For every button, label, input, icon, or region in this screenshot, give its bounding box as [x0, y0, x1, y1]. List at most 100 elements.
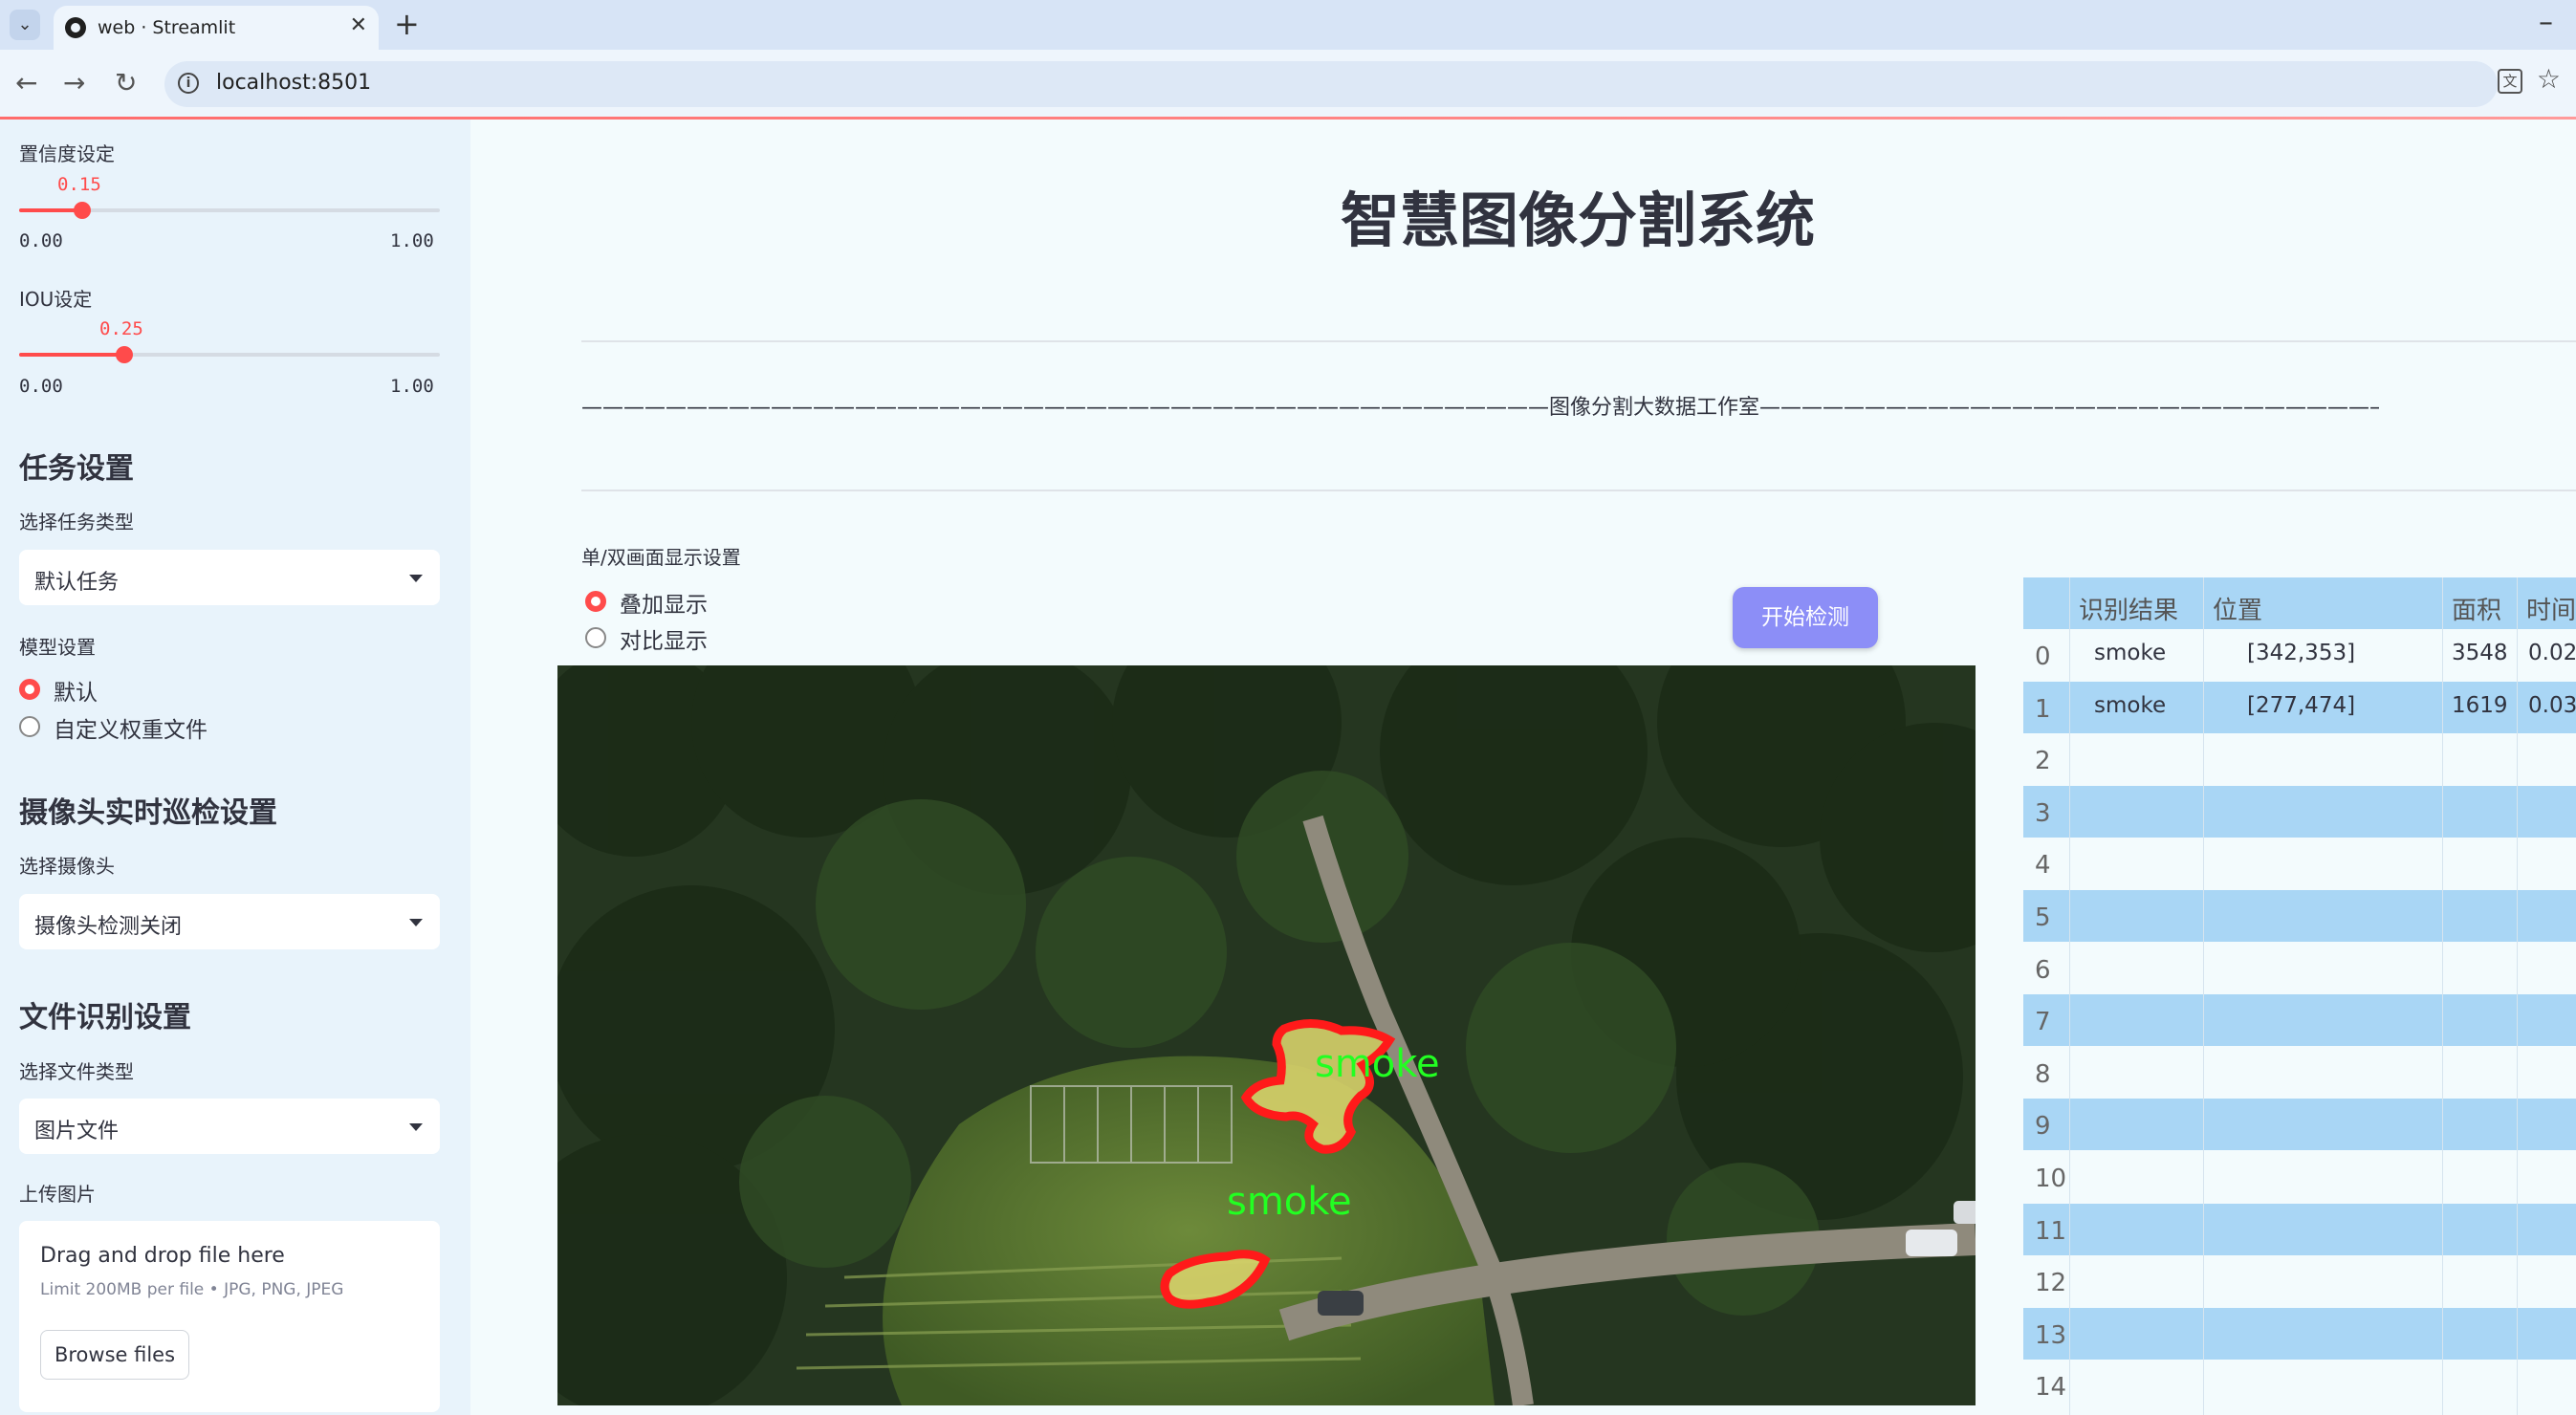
- table-row[interactable]: 0 smoke [342,353] 3548 0.02: [2023, 629, 2576, 681]
- table-row[interactable]: 11: [2023, 1203, 2576, 1255]
- radio-selected-icon[interactable]: [585, 591, 606, 612]
- file-type-value: 图片文件: [34, 1120, 120, 1143]
- task-type-select[interactable]: 默认任务: [19, 550, 440, 605]
- dropzone-limit: Limit 200MB per file • JPG, PNG, JPEG: [40, 1280, 344, 1299]
- table-row[interactable]: 4: [2023, 838, 2576, 889]
- detection-result-image: smoke smoke: [557, 665, 1976, 1405]
- divider: [581, 340, 2576, 342]
- tab-list-chevron-icon[interactable]: ⌄: [10, 10, 40, 40]
- browser-address-bar: ← → ↻ i localhost:8501 文 ☆: [0, 50, 2576, 119]
- display-option-label: 对比显示: [620, 629, 708, 654]
- table-row[interactable]: 1 smoke [277,474] 1619 0.03: [2023, 681, 2576, 733]
- row-index: 10: [2035, 1165, 2067, 1193]
- confidence-value: 0.15: [57, 174, 101, 195]
- radio-unselected-icon[interactable]: [19, 716, 40, 737]
- table-column-divider: [2517, 577, 2518, 1415]
- model-option-label: 自定义权重文件: [54, 718, 207, 743]
- table-row[interactable]: 12: [2023, 1255, 2576, 1307]
- translate-icon[interactable]: 文: [2498, 69, 2522, 94]
- url-input[interactable]: i localhost:8501: [164, 61, 2498, 107]
- camera-select-value: 摄像头检测关闭: [34, 915, 183, 939]
- streamlit-favicon-icon: [65, 17, 86, 38]
- row-index: 6: [2035, 955, 2051, 985]
- dropzone-title: Drag and drop file here: [40, 1244, 285, 1268]
- row-index: 11: [2035, 1216, 2067, 1246]
- row-index: 8: [2035, 1059, 2051, 1089]
- back-arrow-icon[interactable]: ←: [15, 67, 37, 98]
- divider: [581, 490, 2576, 491]
- browser-tab-bar: ⌄ web · Streamlit ✕ + –: [0, 0, 2576, 50]
- start-detection-button[interactable]: 开始检测: [1733, 587, 1878, 648]
- table-column-divider: [2203, 577, 2204, 1415]
- table-header-label: 位置: [2213, 597, 2263, 625]
- iou-value: 0.25: [99, 318, 143, 339]
- forward-arrow-icon[interactable]: →: [63, 67, 85, 98]
- display-option-label: 叠加显示: [620, 593, 708, 618]
- confidence-min: 0.00: [19, 230, 63, 251]
- task-type-label: 选择任务类型: [19, 511, 134, 533]
- iou-slider-thumb[interactable]: [116, 346, 133, 363]
- file-type-label: 选择文件类型: [19, 1060, 134, 1083]
- reload-icon[interactable]: ↻: [115, 67, 137, 98]
- upload-label: 上传图片: [19, 1183, 96, 1206]
- camera-settings-header: 摄像头实时巡检设置: [19, 796, 277, 830]
- aerial-forest-image: smoke smoke: [557, 665, 1976, 1405]
- chevron-down-icon: [409, 919, 423, 926]
- row-index: 13: [2035, 1320, 2067, 1350]
- confidence-slider[interactable]: [19, 202, 440, 219]
- table-cell-area: 1619: [2452, 692, 2508, 718]
- radio-selected-icon[interactable]: [19, 679, 40, 700]
- radio-unselected-icon[interactable]: [585, 627, 606, 648]
- table-row[interactable]: 14: [2023, 1360, 2576, 1411]
- table-cell-position: [342,353]: [2247, 641, 2356, 665]
- table-row[interactable]: 7: [2023, 994, 2576, 1047]
- tab-close-icon[interactable]: ✕: [350, 13, 367, 37]
- confidence-slider-thumb[interactable]: [74, 202, 91, 219]
- table-header-cell[interactable]: 面积: [2442, 577, 2517, 629]
- row-index: 5: [2035, 903, 2051, 932]
- file-type-select[interactable]: 图片文件: [19, 1099, 440, 1154]
- studio-banner: ————————————————————————————————————————…: [581, 396, 2379, 420]
- chevron-down-icon: [409, 1123, 423, 1131]
- confidence-label: 置信度设定: [19, 142, 115, 165]
- table-header-cell[interactable]: 识别结果: [2069, 577, 2203, 629]
- iou-label: IOU设定: [19, 288, 93, 311]
- table-row[interactable]: 2: [2023, 733, 2576, 785]
- window-minimize-icon[interactable]: –: [2539, 6, 2553, 39]
- table-header-cell[interactable]: 位置: [2203, 577, 2442, 629]
- table-row[interactable]: 3: [2023, 785, 2576, 838]
- row-index: 12: [2035, 1269, 2067, 1298]
- site-info-icon[interactable]: i: [178, 73, 199, 94]
- file-settings-header: 文件识别设置: [19, 1001, 191, 1034]
- smoke-label-2: smoke: [1227, 1180, 1352, 1224]
- row-index: 9: [2035, 1112, 2051, 1142]
- browser-tab[interactable]: web · Streamlit ✕: [54, 6, 379, 50]
- file-dropzone[interactable]: Drag and drop file here Limit 200MB per …: [19, 1221, 440, 1412]
- table-row[interactable]: 9: [2023, 1099, 2576, 1151]
- table-row[interactable]: 5: [2023, 890, 2576, 942]
- row-index: 0: [2035, 642, 2051, 671]
- url-text: localhost:8501: [216, 71, 372, 95]
- table-row[interactable]: 10: [2023, 1151, 2576, 1203]
- tab-title: web · Streamlit: [98, 17, 236, 38]
- results-table[interactable]: 识别结果 位置 面积 时间 0 smoke [342,353] 3548 0.02 1 smoke[…: [2023, 577, 2576, 1415]
- camera-select[interactable]: 摄像头检测关闭: [19, 894, 440, 949]
- bookmark-star-icon[interactable]: ☆: [2537, 63, 2561, 95]
- table-cell-time: 0.03: [2528, 692, 2576, 718]
- table-header-cell[interactable]: [2023, 577, 2069, 629]
- table-row[interactable]: 6: [2023, 943, 2576, 994]
- page-title: 智慧图像分割系统: [1340, 185, 1815, 255]
- table-header-cell[interactable]: 时间: [2517, 577, 2576, 629]
- row-index: 2: [2035, 747, 2051, 776]
- iou-slider[interactable]: [19, 346, 440, 363]
- table-row[interactable]: 8: [2023, 1047, 2576, 1099]
- row-index: 3: [2035, 798, 2051, 828]
- table-row[interactable]: 13: [2023, 1307, 2576, 1360]
- row-index: 14: [2035, 1373, 2067, 1403]
- table-column-divider: [2069, 577, 2070, 1415]
- iou-slider-fill: [19, 353, 124, 357]
- iou-max: 1.00: [390, 376, 434, 397]
- browse-files-button[interactable]: Browse files: [40, 1330, 189, 1380]
- chevron-down-icon: [409, 575, 423, 582]
- new-tab-plus-icon[interactable]: +: [394, 6, 420, 42]
